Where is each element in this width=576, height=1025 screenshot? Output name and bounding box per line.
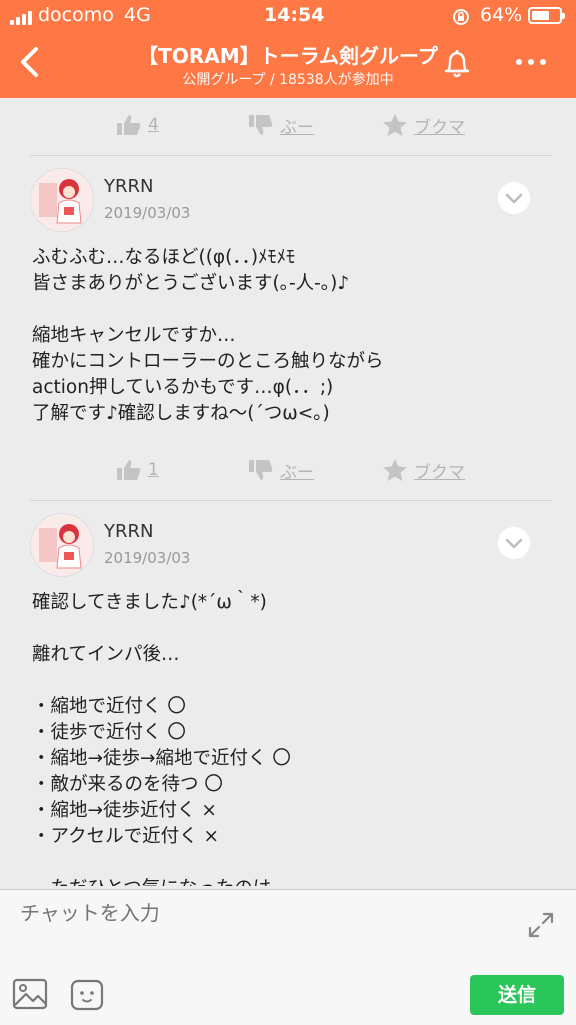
more-options-icon[interactable] <box>516 59 546 65</box>
bell-icon[interactable] <box>440 46 474 80</box>
group-title: 【TORAM】トーラム剣グループ <box>138 44 438 68</box>
divider <box>30 155 552 156</box>
group-subtitle: 公開グループ / 18538人が参加中 <box>182 72 394 88</box>
bookmark-button[interactable]: ブクマ <box>382 452 465 488</box>
thumbs-down-icon <box>249 115 273 135</box>
emoji-icon[interactable] <box>70 979 104 1011</box>
carrier-label: docomo <box>38 4 114 26</box>
battery-icon <box>528 7 565 24</box>
avatar[interactable] <box>30 168 94 232</box>
chat-composer: 送信 <box>0 889 576 1025</box>
thumbs-down-icon <box>249 460 273 480</box>
like-button[interactable]: 4 <box>116 107 159 143</box>
chevron-down-icon[interactable] <box>498 527 530 559</box>
star-icon <box>383 459 407 481</box>
expand-icon[interactable] <box>526 910 556 940</box>
like-count: 4 <box>148 115 159 135</box>
clock: 14:54 <box>264 4 325 26</box>
image-icon[interactable] <box>12 978 48 1010</box>
status-bar: docomo 4G 14:54 64% <box>0 0 576 32</box>
bookmark-label: ブクマ <box>414 462 465 483</box>
avatar-image <box>31 169 93 231</box>
post-username[interactable]: YRRN <box>104 176 153 197</box>
boo-label: ぶー <box>280 117 314 138</box>
group-header: 【TORAM】トーラム剣グループ 公開グループ / 18538人が参加中 <box>0 32 576 98</box>
bookmark-label: ブクマ <box>414 117 465 138</box>
post-header: YRRN 2019/03/03 <box>30 513 560 583</box>
post-body: ふむふむ…なるほど((φ(．．)ﾒﾓﾒﾓ 皆さまありがとうございます(｡-人-｡… <box>32 247 384 424</box>
avatar[interactable] <box>30 513 94 577</box>
thumbs-up-icon <box>117 115 141 135</box>
post-body: 確認してきました♪(*´ω｀*) 離れてインパ後… ・縮地で近付く 〇 ・徒歩で… <box>32 592 291 886</box>
boo-label: ぶー <box>280 462 314 483</box>
boo-button[interactable]: ぶー <box>248 107 314 143</box>
post-actions: 4 ぶー ブクマ <box>30 107 550 143</box>
post-header: YRRN 2019/03/03 <box>30 168 560 238</box>
post-actions: 1 ぶー ブクマ <box>30 452 550 488</box>
post-date: 2019/03/03 <box>104 204 191 222</box>
send-button[interactable]: 送信 <box>470 975 564 1015</box>
chevron-down-icon[interactable] <box>498 182 530 214</box>
boo-button[interactable]: ぶー <box>248 452 314 488</box>
post-date: 2019/03/03 <box>104 549 191 567</box>
star-icon <box>383 114 407 136</box>
signal-icon <box>10 11 32 25</box>
battery-percent: 64% <box>480 4 523 26</box>
divider <box>30 500 552 501</box>
like-count: 1 <box>148 460 159 480</box>
bookmark-button[interactable]: ブクマ <box>382 107 465 143</box>
rotation-lock-icon <box>453 9 469 25</box>
network-label: 4G <box>124 4 151 26</box>
chat-input[interactable] <box>18 902 287 927</box>
avatar-image <box>31 514 93 576</box>
thumbs-up-icon <box>117 460 141 480</box>
post-username[interactable]: YRRN <box>104 521 153 542</box>
like-button[interactable]: 1 <box>116 452 159 488</box>
